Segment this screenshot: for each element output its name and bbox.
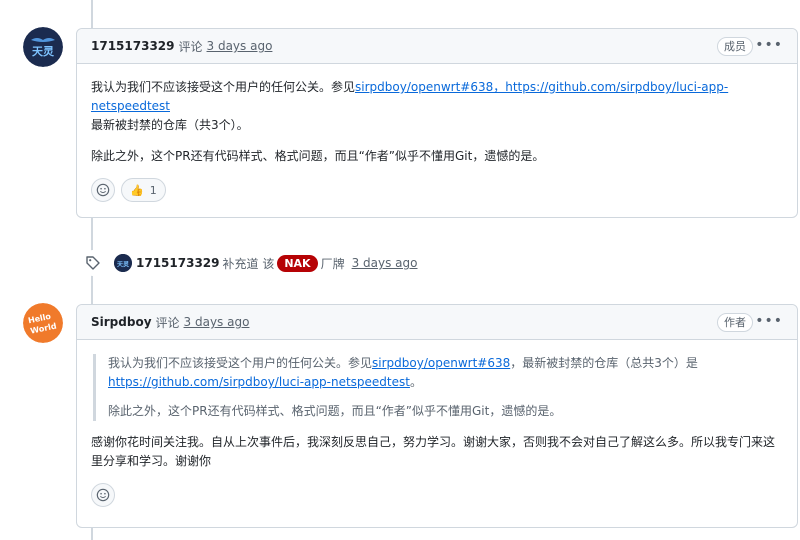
comment-text: 最新被封禁的仓库（共3个）。	[91, 118, 249, 132]
blockquote: 我认为我们不应该接受这个用户的任何公关。参见sirpdboy/openwrt#6…	[93, 354, 783, 421]
repo-link[interactable]: https://github.com/sirpdboy/luci-app-net…	[108, 375, 410, 389]
event-author[interactable]: 1715173329	[136, 256, 220, 270]
comment-body: 我认为我们不应该接受这个用户的任何公关。参见sirpdboy/openwrt#6…	[77, 340, 797, 471]
avatar[interactable]: Hello World	[23, 303, 63, 343]
avatar[interactable]: 天灵	[114, 254, 132, 272]
comment-paragraph: 我认为我们不应该接受这个用户的任何公关。参见sirpdboy/openwrt#6…	[91, 78, 783, 135]
comment-timestamp[interactable]: 3 days ago	[184, 315, 250, 329]
comment-paragraph: 感谢你花时间关注我。自从上次事件后，我深刻反思自己，努力学习。谢谢大家，否则我不…	[91, 435, 776, 468]
smiley-icon	[96, 183, 110, 197]
comment-author[interactable]: 1715173329	[91, 39, 175, 53]
comment-action: 评论	[178, 39, 203, 54]
thumbs-up-reaction-button[interactable]: 👍 1	[121, 178, 166, 202]
add-reaction-button[interactable]	[91, 178, 115, 202]
comment-paragraph: 除此之外，这个PR还有代码样式、格式问题，而且“作者”似乎不懂用Git，遗憾的是…	[91, 149, 545, 163]
comment-timestamp[interactable]: 3 days ago	[207, 39, 273, 53]
thumbs-up-icon: 👍	[130, 183, 144, 197]
svg-text:天灵: 天灵	[32, 45, 55, 58]
label-event: 天灵 1715173329 补充道 该 NAK 厂牌 3 days ago	[80, 250, 418, 276]
comment-text: 我认为我们不应该接受这个用户的任何公关。参见	[91, 80, 356, 94]
comment-card: 1715173329 评论 3 days ago 成员 ••• 我认为我们不应该…	[76, 28, 798, 218]
tag-icon	[80, 250, 106, 276]
event-text: 厂牌	[320, 256, 345, 271]
smiley-icon	[96, 488, 110, 502]
svg-text:天灵: 天灵	[117, 261, 130, 269]
add-reaction-button[interactable]	[91, 483, 115, 507]
role-badge: 成员	[717, 37, 753, 56]
comment-action: 评论	[155, 315, 180, 330]
nak-label[interactable]: NAK	[277, 254, 318, 272]
comment-card: Sirpdboy 评论 3 days ago 作者 ••• 我认为我们不应该接受…	[76, 304, 798, 528]
quote-text: ，最新被封禁的仓库（总共3个）是	[510, 356, 698, 370]
comment-body: 我认为我们不应该接受这个用户的任何公关。参见sirpdboy/openwrt#6…	[77, 64, 797, 166]
comment-author[interactable]: Sirpdboy	[91, 315, 152, 329]
comment-header: Sirpdboy 评论 3 days ago 作者 •••	[77, 305, 797, 340]
quote-paragraph: 我认为我们不应该接受这个用户的任何公关。参见sirpdboy/openwrt#6…	[108, 354, 783, 392]
comment-header: 1715173329 评论 3 days ago 成员 •••	[77, 29, 797, 64]
quote-text: 。	[409, 375, 422, 389]
reactions-bar: 👍 1	[77, 178, 797, 214]
kebab-horizontal-icon[interactable]: •••	[755, 313, 783, 329]
avatar[interactable]: 天灵	[23, 27, 63, 67]
quote-paragraph: 除此之外，这个PR还有代码样式、格式问题，而且“作者”似乎不懂用Git，遗憾的是…	[108, 404, 562, 418]
event-text: 补充道 该	[222, 256, 275, 271]
event-timestamp[interactable]: 3 days ago	[352, 256, 418, 270]
role-badge: 作者	[717, 313, 753, 332]
kebab-horizontal-icon[interactable]: •••	[755, 37, 783, 53]
reaction-count: 1	[149, 183, 157, 197]
quote-text: 我认为我们不应该接受这个用户的任何公关。参见	[108, 356, 373, 370]
repo-link[interactable]: sirpdboy/openwrt#638	[372, 356, 510, 370]
reactions-bar	[77, 483, 797, 519]
